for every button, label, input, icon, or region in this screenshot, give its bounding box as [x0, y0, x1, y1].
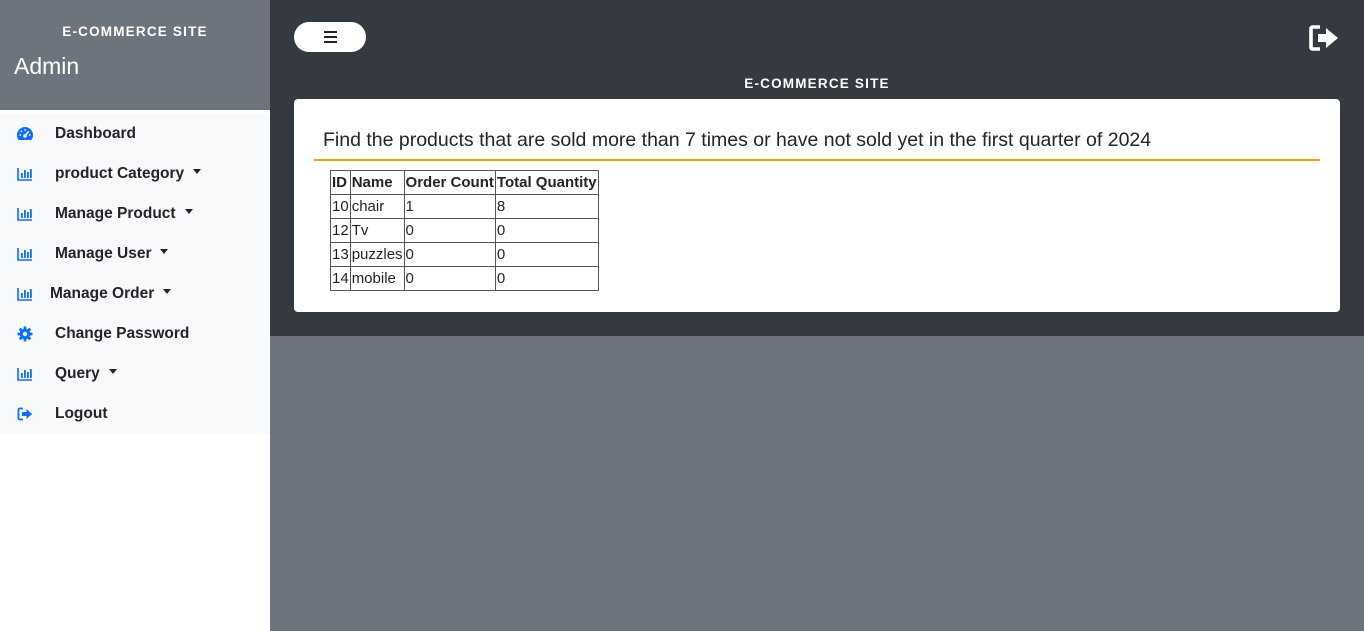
sidebar-menu: Dashboard product Category Manage Produc… [0, 114, 270, 434]
heading-divider [314, 159, 1320, 161]
table-cell: 12 [330, 218, 351, 243]
caret-down-icon [160, 249, 169, 255]
sidebar-admin-title: Admin [14, 53, 80, 79]
column-header: Name [349, 170, 405, 195]
table-row: 13 puzzles 0 0 [330, 242, 599, 267]
table-header-row: ID Name Order Count Total Quantity [330, 170, 599, 195]
table-row: 12 Tv 0 0 [330, 218, 599, 243]
bar-chart-icon [16, 165, 34, 183]
query-result-card: Find the products that are sold more tha… [294, 99, 1340, 312]
sidebar-item-manage-product[interactable]: Manage Product [0, 194, 270, 234]
sidebar-item-manage-order[interactable]: Manage Order [0, 274, 270, 314]
bar-chart-icon [16, 285, 34, 303]
hamburger-icon [323, 28, 337, 46]
table-cell: 10 [330, 194, 351, 219]
table-cell: 14 [330, 266, 351, 291]
table-cell: 0 [494, 218, 599, 243]
table-cell: 0 [494, 242, 599, 267]
column-header: ID [330, 170, 351, 195]
caret-down-icon [163, 289, 172, 295]
sidebar-item-label: Manage User [55, 245, 169, 263]
sidebar-site-name: E-COMMERCE SITE [62, 24, 208, 39]
table-cell: chair [349, 194, 405, 219]
caret-down-icon [193, 169, 202, 175]
sidebar-item-label: Dashboard [55, 125, 136, 142]
table-cell: Tv [349, 218, 405, 243]
gear-icon [16, 325, 34, 343]
sidebar-item-label: product Category [55, 165, 202, 183]
table-cell: mobile [349, 266, 405, 291]
table-cell: 8 [494, 194, 599, 219]
sidebar-item-label: Manage Product [55, 205, 193, 223]
caret-down-icon [184, 209, 193, 215]
sign-out-icon [16, 405, 34, 423]
sidebar-item-manage-user[interactable]: Manage User [0, 234, 270, 274]
tachometer-icon [16, 125, 34, 143]
sidebar-header: E-COMMERCE SITE Admin [0, 0, 270, 110]
table-cell: 0 [403, 218, 496, 243]
sidebar-toggle-button[interactable] [294, 22, 366, 52]
results-table: ID Name Order Count Total Quantity 10 ch… [330, 170, 599, 291]
sign-out-icon [1309, 25, 1338, 51]
query-heading: Find the products that are sold more tha… [323, 129, 1152, 151]
topbar: E-COMMERCE SITE Find the products that a… [270, 0, 1364, 336]
sidebar: E-COMMERCE SITE Admin Dashboard product … [0, 0, 270, 631]
bar-chart-icon [16, 205, 34, 223]
sidebar-item-change-password[interactable]: Change Password [0, 314, 270, 354]
header-title: E-COMMERCE SITE [744, 76, 890, 91]
table-cell: 0 [403, 242, 496, 267]
table-cell: 0 [403, 266, 496, 291]
sidebar-item-dashboard[interactable]: Dashboard [0, 114, 270, 154]
sidebar-item-label: Change Password [55, 325, 190, 342]
bar-chart-icon [16, 365, 34, 383]
sidebar-item-query[interactable]: Query [0, 354, 270, 394]
sidebar-item-label: Logout [55, 405, 108, 422]
sidebar-item-label: Manage Order [50, 285, 172, 303]
table-row: 10 chair 1 8 [330, 194, 599, 219]
sidebar-item-product-category[interactable]: product Category [0, 154, 270, 194]
column-header: Total Quantity [494, 170, 599, 195]
logout-button[interactable] [1308, 24, 1342, 52]
table-cell: puzzles [349, 242, 405, 267]
column-header: Order Count [403, 170, 496, 195]
bar-chart-icon [16, 245, 34, 263]
caret-down-icon [108, 369, 117, 375]
table-cell: 0 [494, 266, 599, 291]
sidebar-item-label: Query [55, 365, 117, 383]
table-row: 14 mobile 0 0 [330, 266, 599, 291]
table-cell: 1 [403, 194, 496, 219]
table-cell: 13 [330, 242, 351, 267]
sidebar-item-logout[interactable]: Logout [0, 394, 270, 434]
